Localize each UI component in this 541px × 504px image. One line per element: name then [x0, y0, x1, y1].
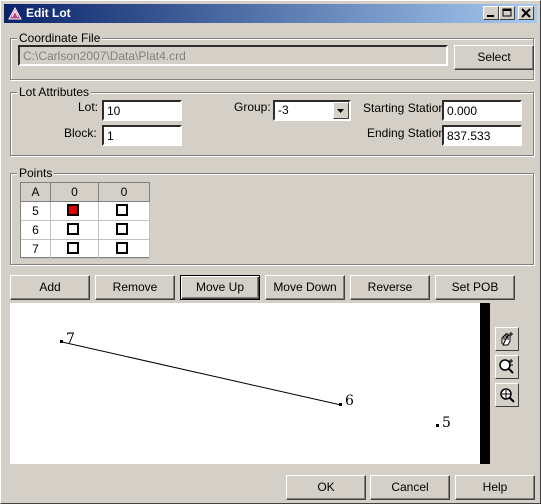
lot-label: Lot: [78, 100, 99, 114]
point-flag1-cell[interactable] [51, 202, 99, 221]
group-label: Group: [234, 100, 271, 114]
reverse-button[interactable]: Reverse [350, 275, 430, 300]
starting-station-label: Starting Station: [363, 101, 449, 115]
move-up-button[interactable]: Move Up [180, 275, 260, 300]
maximize-button[interactable] [499, 6, 515, 20]
point-6-marker [339, 403, 342, 406]
select-button[interactable]: Select [454, 45, 534, 70]
minimize-button[interactable] [483, 6, 499, 20]
point-7-label: 7 [66, 331, 75, 347]
pan-button[interactable] [495, 327, 519, 351]
lot-field[interactable]: 10 [102, 100, 182, 121]
group-select[interactable]: -3 [273, 100, 351, 121]
canvas-separator [480, 303, 490, 464]
lot-preview-drawing: 7 6 5 [60, 331, 451, 431]
zoom-extents-icon [500, 388, 515, 403]
point-7-flag1-checkbox[interactable] [67, 242, 79, 254]
point-flag1-cell[interactable] [51, 221, 99, 240]
point-flag1-cell[interactable] [51, 240, 99, 259]
set-pob-button[interactable]: Set POB [435, 275, 515, 300]
lot-line-7-6 [61, 341, 342, 406]
app-icon [8, 6, 22, 20]
group-dropdown-button[interactable] [333, 102, 349, 119]
point-5-marker [436, 424, 439, 427]
ending-station-field[interactable]: 837.533 [442, 125, 522, 146]
points-header-col2[interactable]: 0 [99, 183, 150, 202]
ending-station-label: Ending Station: [367, 126, 449, 140]
point-7-flag2-checkbox[interactable] [116, 242, 128, 254]
point-id-cell[interactable]: 5 [21, 202, 51, 221]
ok-button[interactable]: OK [286, 475, 366, 500]
point-7-marker [60, 340, 63, 343]
points-grid[interactable]: A 0 0 5 6 7 [20, 182, 150, 259]
zoom-button[interactable] [495, 355, 519, 379]
zoom-extents-button[interactable] [495, 383, 519, 407]
close-icon [521, 8, 531, 18]
maximize-icon [502, 8, 512, 17]
close-button[interactable] [518, 6, 534, 20]
coordinate-file-path-field: C:\Carlson2007\Data\Plat4.crd [18, 45, 448, 66]
points-label: Points [17, 166, 55, 180]
point-id-cell[interactable]: 6 [21, 221, 51, 240]
move-down-button[interactable]: Move Down [265, 275, 345, 300]
points-header-col1[interactable]: 0 [51, 183, 99, 202]
block-field[interactable]: 1 [102, 125, 182, 146]
points-header-a[interactable]: A [21, 183, 51, 202]
edit-lot-dialog: Edit Lot Coordinate File C:\Carlson2007\… [0, 0, 541, 504]
title-bar[interactable]: Edit Lot [4, 4, 537, 23]
group-select-value: -3 [278, 103, 289, 117]
point-flag2-cell[interactable] [99, 202, 150, 221]
cancel-button[interactable]: Cancel [370, 475, 450, 500]
lot-preview-canvas[interactable]: 7 6 5 [10, 303, 480, 464]
remove-button[interactable]: Remove [95, 275, 175, 300]
point-flag2-cell[interactable] [99, 221, 150, 240]
point-6-label: 6 [345, 393, 354, 409]
pan-hand-icon [501, 332, 513, 346]
point-flag2-cell[interactable] [99, 240, 150, 259]
add-button[interactable]: Add [10, 275, 90, 300]
point-id-cell[interactable]: 7 [21, 240, 51, 259]
help-button[interactable]: Help [455, 475, 535, 500]
minimize-icon [487, 15, 494, 17]
lot-attributes-label: Lot Attributes [17, 85, 92, 99]
point-5-flag2-checkbox[interactable] [116, 204, 128, 216]
zoom-in-out-icon [499, 359, 514, 374]
point-5-flag1-checkbox[interactable] [67, 204, 79, 216]
point-6-flag2-checkbox[interactable] [116, 223, 128, 235]
coordinate-file-label: Coordinate File [17, 31, 103, 45]
point-6-flag1-checkbox[interactable] [67, 223, 79, 235]
point-5-label: 5 [442, 415, 451, 431]
window-title: Edit Lot [26, 6, 71, 20]
chevron-down-icon [337, 109, 344, 113]
starting-station-field[interactable]: 0.000 [442, 100, 522, 121]
block-label: Block: [64, 126, 97, 140]
